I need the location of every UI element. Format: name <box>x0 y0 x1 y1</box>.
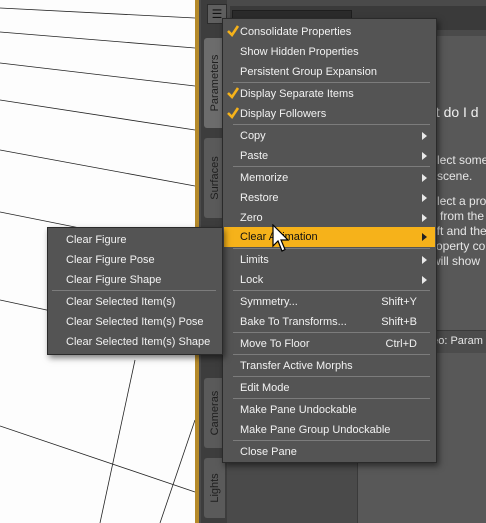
menu-separator <box>233 398 430 399</box>
menu-item-persistent-group-expansion[interactable]: Persistent Group Expansion <box>224 62 435 82</box>
clear-animation-submenu: Clear Figure Clear Figure Pose Clear Fig… <box>47 227 223 355</box>
menu-item-consolidate-properties[interactable]: Consolidate Properties <box>224 22 435 42</box>
submenu-arrow-icon <box>422 214 427 222</box>
tab-lights[interactable]: Lights <box>204 458 225 518</box>
help-line: roperty co <box>432 239 486 253</box>
menu-item-label: Display Separate Items <box>240 88 354 100</box>
menu-item-lock[interactable]: Lock <box>224 270 435 290</box>
menu-item-copy[interactable]: Copy <box>224 126 435 146</box>
menu-item-label: Limits <box>240 254 269 266</box>
menu-separator <box>233 166 430 167</box>
menu-item-display-followers[interactable]: Display Followers <box>224 104 435 124</box>
submenu-item-clear-figure-shape[interactable]: Clear Figure Shape <box>49 270 221 290</box>
menu-item-label: Consolidate Properties <box>240 26 352 38</box>
menu-item-label: Clear Figure Shape <box>66 274 162 286</box>
menu-separator <box>233 82 430 83</box>
help-line: scene. <box>437 169 473 183</box>
help-line: p from the <box>430 209 485 223</box>
menu-item-show-hidden-properties[interactable]: Show Hidden Properties <box>224 42 435 62</box>
checkmark-icon <box>227 87 240 100</box>
menu-item-label: Paste <box>240 150 269 162</box>
menu-item-label: Move To Floor <box>240 338 310 350</box>
menu-item-label: Make Pane Undockable <box>240 404 357 416</box>
menu-separator <box>233 290 430 291</box>
mouse-cursor-icon <box>272 224 290 252</box>
menu-item-label: Show Hidden Properties <box>240 46 359 58</box>
checkmark-icon <box>227 107 240 120</box>
help-line: eft and the <box>430 224 486 238</box>
menu-item-label: Clear Figure <box>66 234 127 246</box>
submenu-item-clear-selected-items-shape[interactable]: Clear Selected Item(s) Shape <box>49 332 221 352</box>
menu-item-shortcut: Ctrl+D <box>385 338 417 350</box>
menu-item-edit-mode[interactable]: Edit Mode <box>224 378 435 398</box>
menu-item-label: Restore <box>240 192 279 204</box>
menu-item-label: Copy <box>240 130 266 142</box>
pane-options-menu: Consolidate Properties Show Hidden Prope… <box>222 18 437 463</box>
submenu-arrow-icon <box>422 152 427 160</box>
menu-item-memorize[interactable]: Memorize <box>224 168 435 188</box>
submenu-item-clear-selected-items-pose[interactable]: Clear Selected Item(s) Pose <box>49 312 221 332</box>
menu-item-restore[interactable]: Restore <box>224 188 435 208</box>
menu-item-label: Persistent Group Expansion <box>240 66 377 78</box>
menu-item-label: Clear Figure Pose <box>66 254 155 266</box>
help-line: lect some <box>437 153 486 167</box>
menu-item-label: Transfer Active Morphs <box>240 360 353 372</box>
submenu-arrow-icon <box>422 174 427 182</box>
menu-item-label: Close Pane <box>240 446 297 458</box>
menu-separator <box>233 248 430 249</box>
menu-separator <box>233 376 430 377</box>
menu-item-bake-to-transforms[interactable]: Bake To Transforms... Shift+B <box>224 312 435 332</box>
submenu-item-clear-figure-pose[interactable]: Clear Figure Pose <box>49 250 221 270</box>
tab-lights-label: Lights <box>208 473 221 503</box>
menu-item-symmetry[interactable]: Symmetry... Shift+Y <box>224 292 435 312</box>
menu-item-paste[interactable]: Paste <box>224 146 435 166</box>
menu-item-transfer-active-morphs[interactable]: Transfer Active Morphs <box>224 356 435 376</box>
checkmark-icon <box>227 25 240 38</box>
menu-item-label: Symmetry... <box>240 296 298 308</box>
menu-item-label: Memorize <box>240 172 289 184</box>
submenu-arrow-icon <box>422 233 427 241</box>
submenu-item-clear-selected-items[interactable]: Clear Selected Item(s) <box>49 292 221 312</box>
menu-item-label: Lock <box>240 274 264 286</box>
menu-separator <box>233 124 430 125</box>
menu-separator <box>233 354 430 355</box>
menu-item-make-pane-undockable[interactable]: Make Pane Undockable <box>224 400 435 420</box>
menu-item-label: Clear Selected Item(s) Shape <box>66 336 211 348</box>
menu-separator <box>52 290 216 291</box>
submenu-arrow-icon <box>422 256 427 264</box>
menu-item-zero[interactable]: Zero <box>224 208 435 228</box>
tab-parameters-label: Parameters <box>208 54 221 112</box>
menu-item-limits[interactable]: Limits <box>224 250 435 270</box>
menu-item-label: Bake To Transforms... <box>240 316 347 328</box>
menu-separator <box>233 440 430 441</box>
submenu-arrow-icon <box>422 194 427 202</box>
menu-item-shortcut: Shift+B <box>381 316 417 328</box>
menu-separator <box>233 332 430 333</box>
menu-item-label: Zero <box>240 212 263 224</box>
menu-item-close-pane[interactable]: Close Pane <box>224 442 435 462</box>
menu-item-move-to-floor[interactable]: Move To Floor Ctrl+D <box>224 334 435 354</box>
help-line: will show <box>432 254 481 268</box>
tab-surfaces-label: Surfaces <box>208 156 221 200</box>
menu-item-label: Clear Selected Item(s) Pose <box>66 316 204 328</box>
menu-item-label: Display Followers <box>240 108 327 120</box>
submenu-arrow-icon <box>422 276 427 284</box>
submenu-item-clear-figure[interactable]: Clear Figure <box>49 230 221 250</box>
menu-item-display-separate-items[interactable]: Display Separate Items <box>224 84 435 104</box>
menu-item-label: Clear Selected Item(s) <box>66 296 176 308</box>
menu-item-shortcut: Shift+Y <box>381 296 417 308</box>
tab-cameras-label: Cameras <box>208 390 221 436</box>
menu-item-clear-animation[interactable]: Clear Animation <box>224 227 435 247</box>
menu-item-label: Edit Mode <box>240 382 290 394</box>
menu-item-make-pane-group-undockable[interactable]: Make Pane Group Undockable <box>224 420 435 440</box>
menu-item-label: Make Pane Group Undockable <box>240 424 391 436</box>
submenu-arrow-icon <box>422 132 427 140</box>
help-line: lect a pro <box>437 194 486 208</box>
